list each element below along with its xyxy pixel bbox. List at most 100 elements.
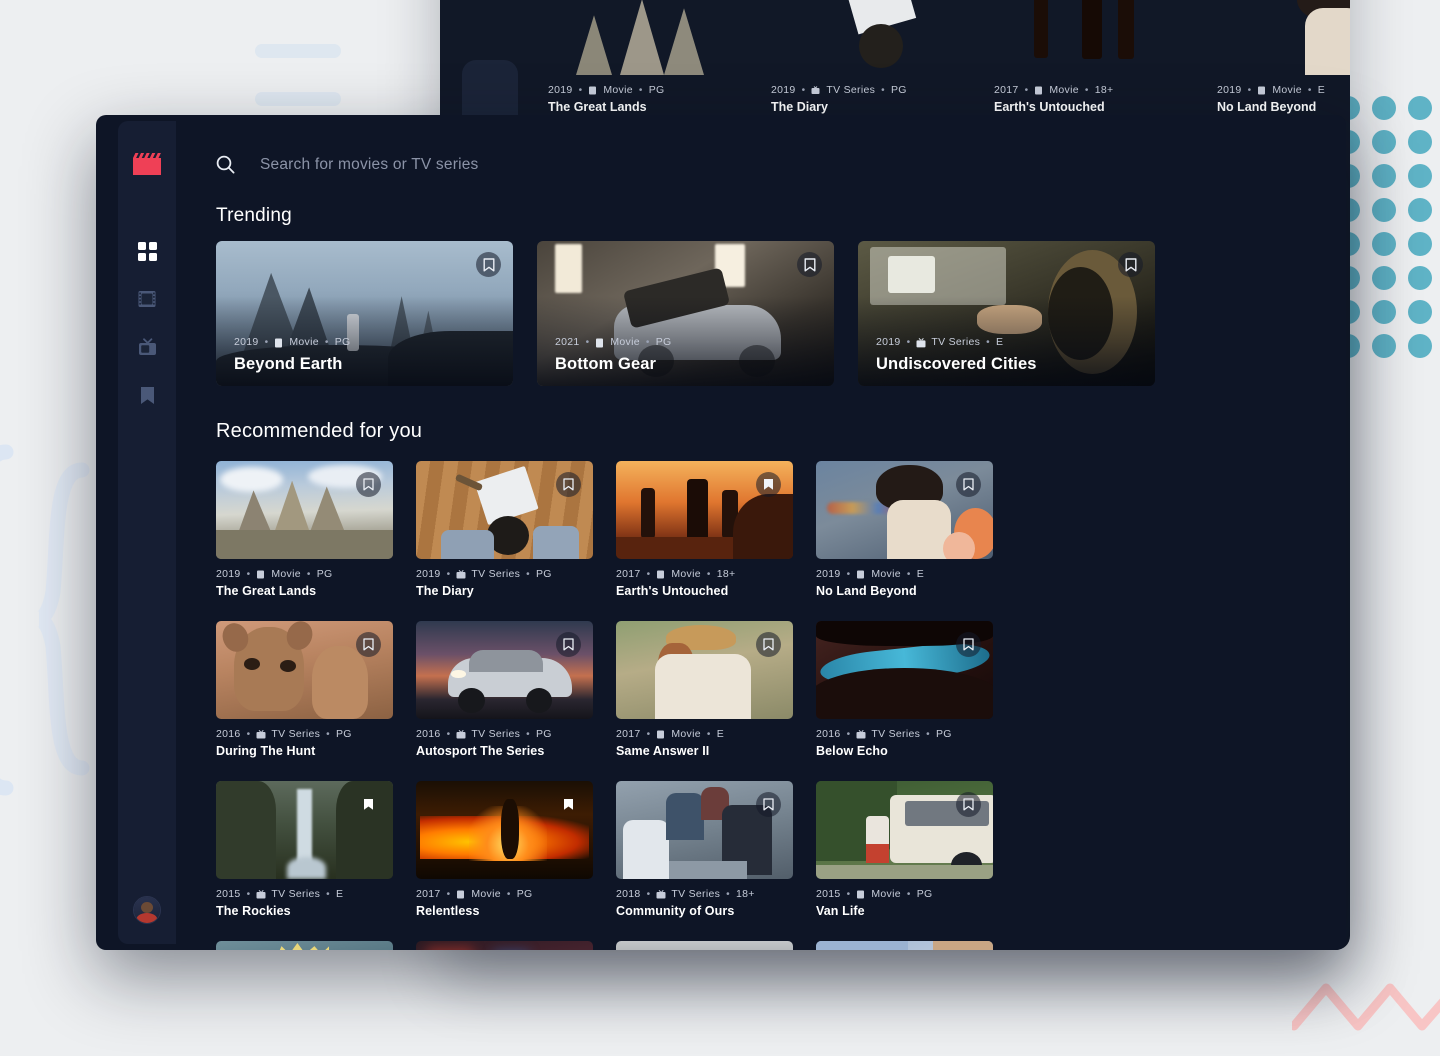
movie-icon [656,730,665,739]
bookmark-button[interactable] [1118,252,1143,277]
bookmark-button[interactable] [797,252,822,277]
meta-year: 2019 [876,336,901,348]
movie-card-title: Earth's Untouched [616,584,793,598]
bookmark-button[interactable] [956,472,981,497]
meta-rating: PG [891,84,907,96]
bookmark-button[interactable] [556,472,581,497]
meta-rating: PG [336,728,352,740]
meta-rating: PG [536,568,552,580]
meta-sep: • [646,337,650,348]
background-card[interactable]: 2017 • Movie • 18+ Earth's Untouched [994,0,1171,114]
movie-card-thumb [816,461,993,559]
movie-card[interactable]: 2019 • TV Series • PG The Diary [416,461,593,598]
avatar[interactable] [133,896,161,924]
movie-icon [856,570,865,579]
meta-type: Movie [289,336,319,348]
meta-year: 2017 [616,568,641,580]
meta-type: Movie [671,568,701,580]
movie-card-meta: 2019 • Movie • PG [216,568,393,580]
movie-card[interactable]: 2019 • Movie • E No Land Beyond [816,461,993,598]
search-input[interactable] [260,156,780,174]
movie-card-title: The Great Lands [216,584,393,598]
movie-card[interactable]: 2017 • Movie • 18+ Earth's Untouched [616,461,793,598]
meta-rating: 18+ [717,568,736,580]
movie-card[interactable]: 2016 • TV Series • PG Autosport The Seri… [416,621,593,758]
meta-year: 2021 [555,336,580,348]
bookmark-button[interactable] [556,792,581,817]
tv-icon [456,570,465,579]
sidebar-item-movies[interactable] [137,289,157,309]
meta-type: TV Series [826,84,875,96]
deco-zigzag [1292,968,1440,1038]
bookmark-button[interactable] [956,632,981,657]
tv-icon [856,730,865,739]
clapperboard-icon[interactable] [133,153,161,175]
tv-icon [656,890,665,899]
trending-card-title: Bottom Gear [555,355,656,374]
meta-rating: PG [649,84,665,96]
movie-card-meta: 2016 • TV Series • PG [416,728,593,740]
background-card[interactable]: 2019 • Movie • E No Land Beyond [1217,0,1350,114]
meta-year: 2016 [216,728,241,740]
bookmark-button[interactable] [356,632,381,657]
meta-sep: • [326,889,330,900]
movie-card-meta: 2015 • Movie • PG [816,888,993,900]
bookmark-button[interactable] [476,252,501,277]
movie-card-title: Van Life [816,904,993,918]
trending-card[interactable]: 2019 • Movie • PG Beyond Earth [216,241,513,386]
movie-card[interactable]: 2015 • Movie • PG Van Life [816,781,993,918]
movie-card[interactable]: 2019 • Movie • PG The Great Lands [216,461,393,598]
movie-card-meta: 2015 • TV Series • E [216,888,393,900]
meta-type: TV Series [271,728,320,740]
movie-icon [256,570,265,579]
tv-icon [256,730,265,739]
sidebar-item-bookmarks[interactable] [137,385,157,405]
meta-sep: • [847,889,851,900]
meta-type: Movie [671,728,701,740]
meta-year: 2019 [548,84,573,96]
meta-sep: • [881,85,885,96]
movie-card-thumb [216,941,393,950]
movie-card[interactable]: 2021 • Movie • PG [216,941,393,950]
background-card-title: Earth's Untouched [994,100,1171,114]
movie-card-thumb [216,621,393,719]
movie-card-meta: 2016 • TV Series • PG [816,728,993,740]
meta-sep: • [647,889,651,900]
movie-card[interactable]: 2013 • Movie • 18+ [416,941,593,950]
meta-sep: • [247,889,251,900]
meta-rating: PG [517,888,533,900]
movie-card[interactable]: 2017 • Movie • PG Relentless [416,781,593,918]
meta-year: 2019 [234,336,259,348]
movie-card[interactable]: 2013 • Movie • E [616,941,793,950]
bookmark-button[interactable] [556,632,581,657]
bookmark-button[interactable] [756,632,781,657]
bookmark-button[interactable] [756,792,781,817]
meta-sep: • [986,337,990,348]
movie-card[interactable]: 2018 • TV Series • 18+ Community of Ours [616,781,793,918]
bookmark-button[interactable] [356,792,381,817]
movie-card-thumb [616,941,793,950]
trending-card-title: Beyond Earth [234,355,342,374]
bookmark-button[interactable] [356,472,381,497]
meta-year: 2015 [216,888,241,900]
meta-sep: • [586,337,590,348]
sidebar-item-dashboard[interactable] [137,241,157,261]
meta-rating: E [917,568,924,580]
meta-sep: • [1248,85,1252,96]
background-card[interactable]: 2019 • TV Series • PG The Diary [771,0,948,114]
movie-card-title: Same Answer II [616,744,793,758]
movie-card[interactable]: 2015 • TV Series • E The Rockies [216,781,393,918]
background-card[interactable]: 2019 • Movie • PG The Great Lands [548,0,725,114]
movie-card[interactable]: 2016 • TV Series • PG Below Echo [816,621,993,758]
bookmark-button[interactable] [756,472,781,497]
movie-card[interactable]: 2017 • Movie • E Same Answer II [616,621,793,758]
sidebar-item-tv-series[interactable] [137,337,157,357]
trending-card[interactable]: 2019 • TV Series • E Undiscovered Cities [858,241,1155,386]
meta-type: Movie [1272,84,1302,96]
bookmark-button[interactable] [956,792,981,817]
movie-card-title: During The Hunt [216,744,393,758]
movie-card[interactable]: 2013 • TV Series • PG [816,941,993,950]
trending-card[interactable]: 2021 • Movie • PG Bottom Gear [537,241,834,386]
movie-card[interactable]: 2016 • TV Series • PG During The Hunt [216,621,393,758]
meta-rating: E [1318,84,1325,96]
